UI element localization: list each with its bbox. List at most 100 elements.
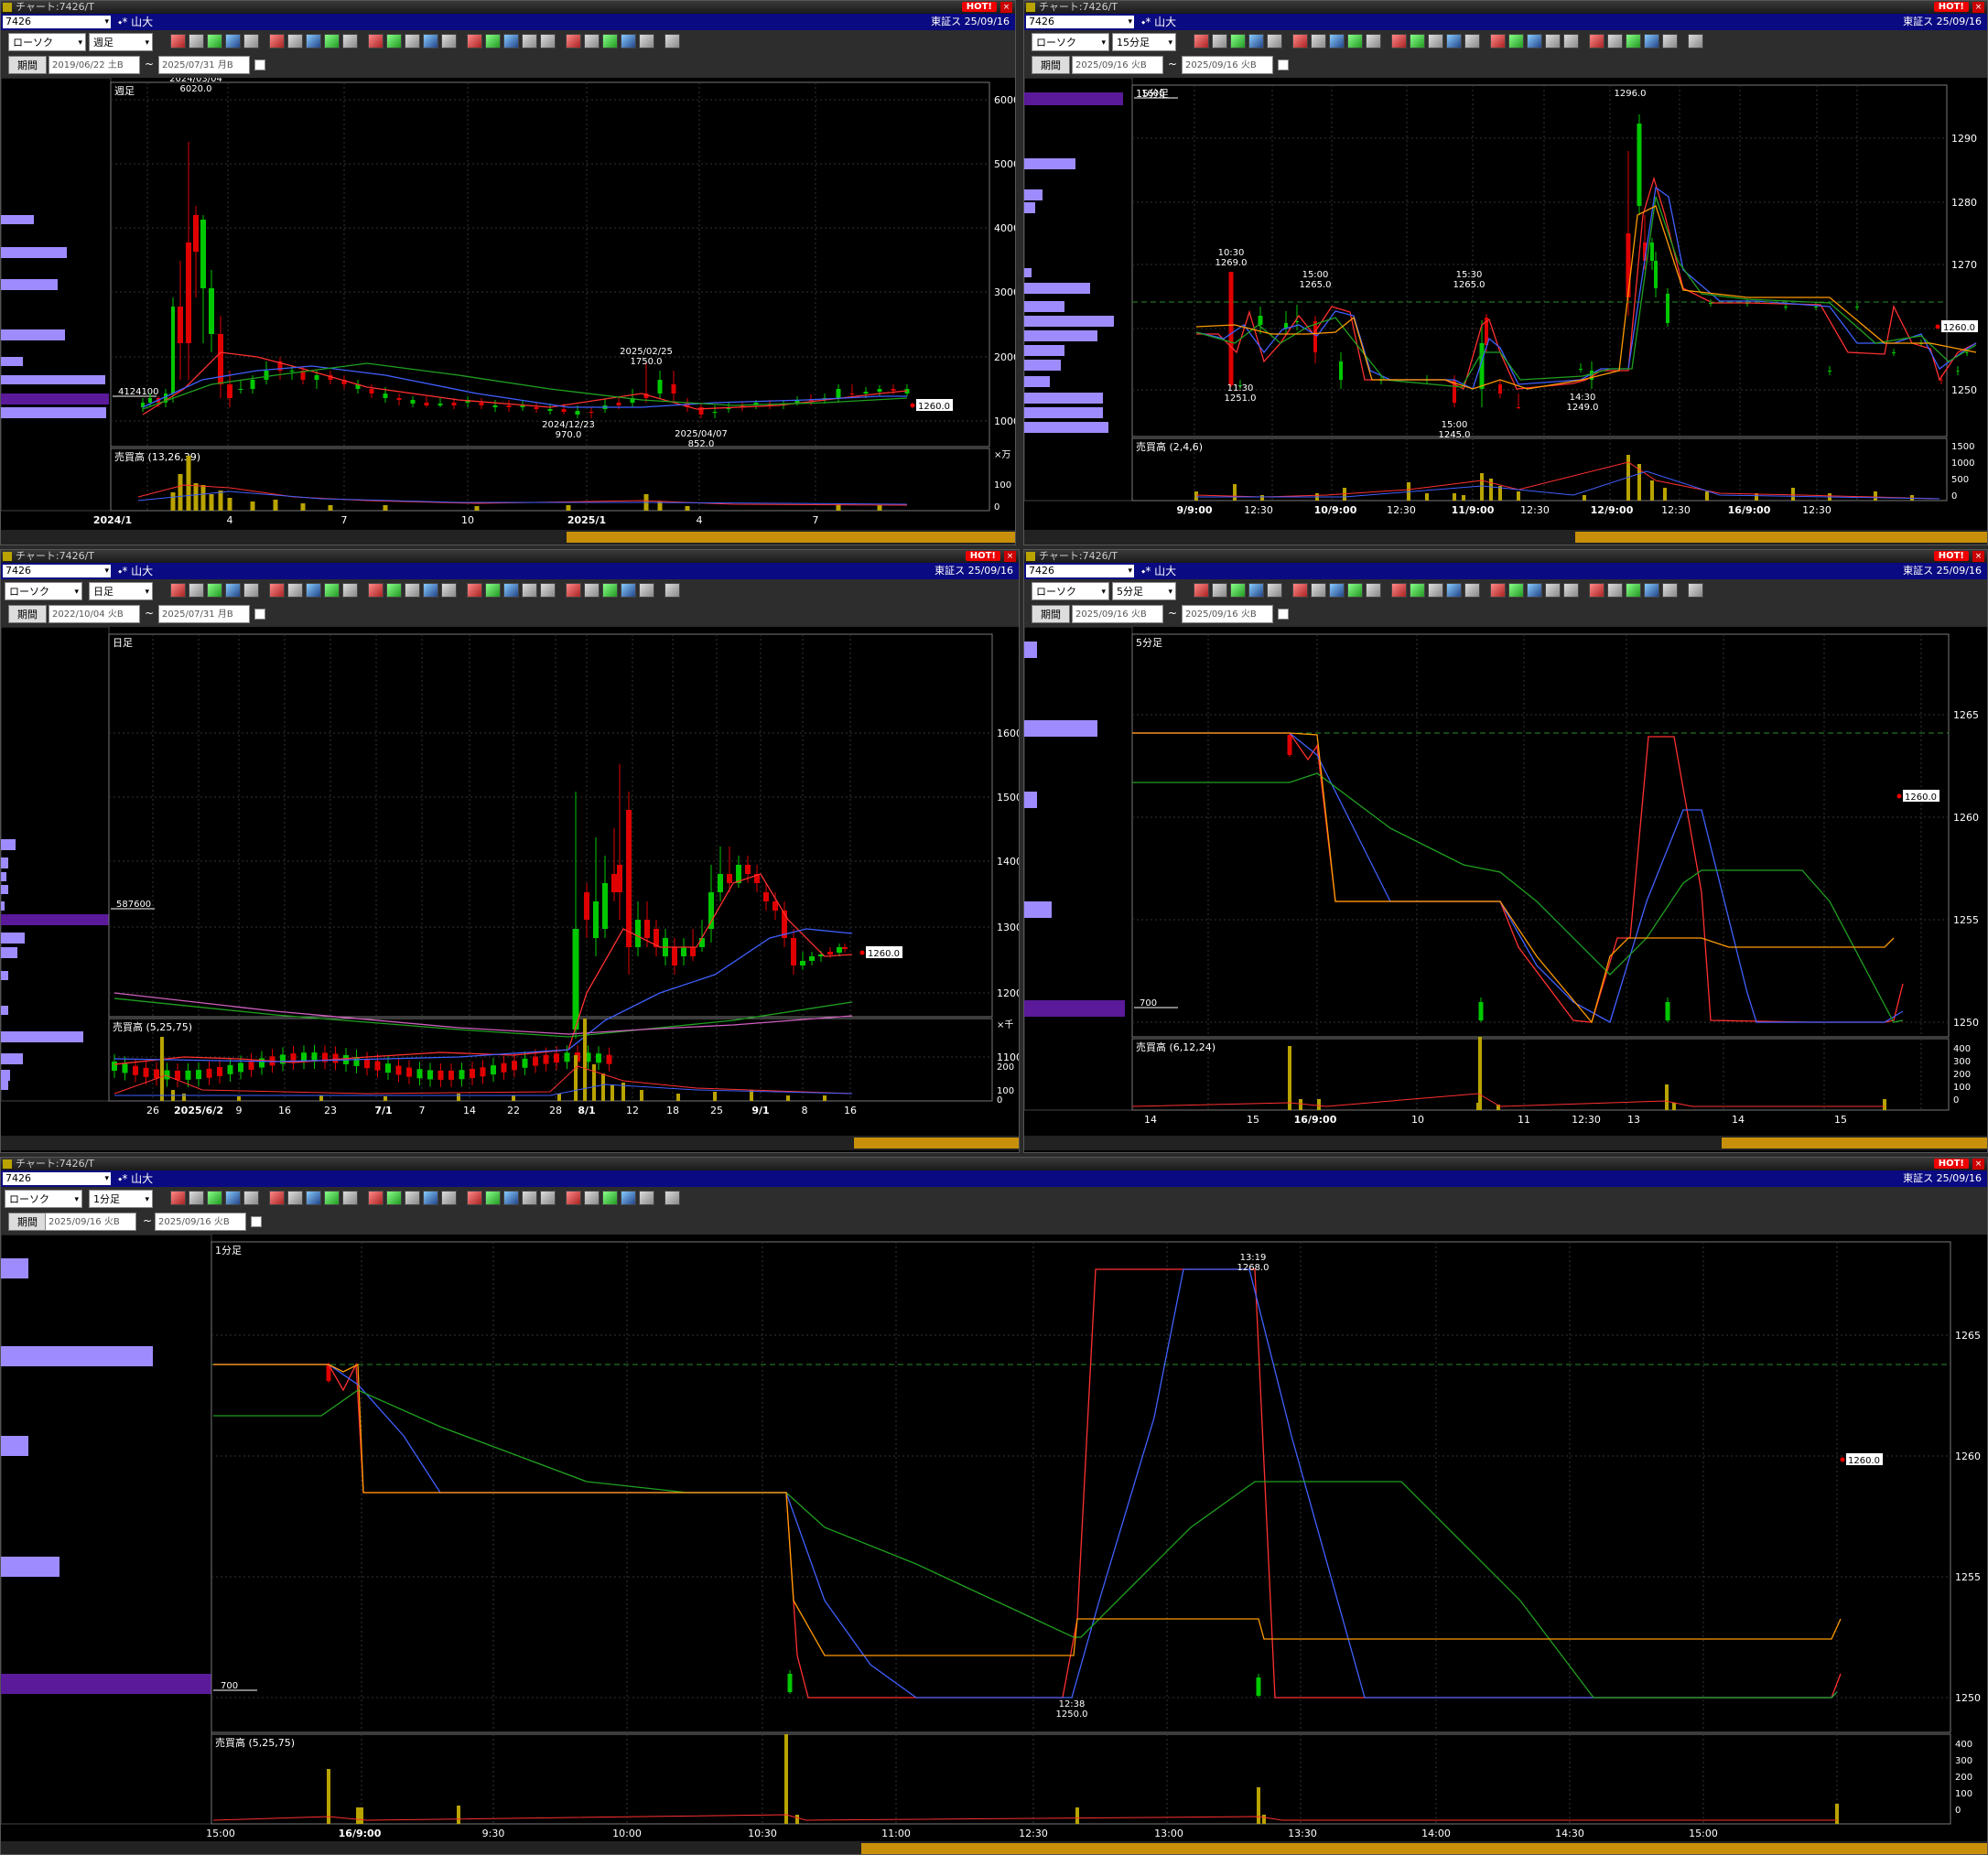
toolbar-tool-icon[interactable] [584, 34, 600, 49]
price-chart[interactable]: 60005000400030002000100010002024/1471020… [1, 78, 1015, 532]
toolbar-tool-icon[interactable] [423, 583, 438, 598]
toolbar-tool-icon[interactable] [386, 1191, 402, 1205]
toolbar-tool-icon[interactable] [664, 583, 680, 598]
toolbar-tool-icon[interactable] [540, 1191, 556, 1205]
chart-window-weekly[interactable]: チャート:7426/T HOT!× 7426 ⬩* 山大 東証ス 25/09/16… [0, 0, 1016, 545]
toolbar-tool-icon[interactable] [621, 34, 636, 49]
toolbar-tool-icon[interactable] [621, 583, 636, 598]
toolbar-tool-icon[interactable] [1410, 583, 1425, 598]
toolbar-tool-icon[interactable] [225, 1191, 241, 1205]
toolbar-tool-icon[interactable] [342, 583, 358, 598]
toolbar-tool-icon[interactable] [1366, 34, 1381, 49]
toolbar-tool-icon[interactable] [1194, 34, 1209, 49]
bottom-scrollbar[interactable] [1, 530, 1015, 545]
toolbar-tool-icon[interactable] [1607, 34, 1623, 49]
toolbar-tool-icon[interactable] [1589, 583, 1604, 598]
toolbar-tool-icon[interactable] [207, 583, 222, 598]
period-range-button[interactable]: 期間 [1032, 605, 1070, 623]
toolbar-tool-icon[interactable] [170, 583, 186, 598]
hot-badge[interactable]: HOT! [1933, 2, 1969, 12]
toolbar-tool-icon[interactable] [441, 583, 457, 598]
toolbar-tool-icon[interactable] [368, 34, 384, 49]
toolbar-tool-icon[interactable] [1347, 583, 1363, 598]
toolbar-tool-icon[interactable] [1230, 583, 1246, 598]
toolbar-tool-icon[interactable] [1527, 34, 1542, 49]
toolbar-tool-icon[interactable] [1446, 34, 1462, 49]
toolbar-tool-icon[interactable] [1464, 583, 1480, 598]
close-icon[interactable]: × [1972, 1159, 1984, 1170]
range-checkbox[interactable] [1278, 609, 1289, 620]
chart-type-select[interactable]: ローソク [5, 1190, 82, 1209]
hot-badge[interactable]: HOT! [961, 2, 997, 12]
chart-window-5min[interactable]: チャート:7426/T HOT!× 7426 ⬩* 山大 東証ス 25/09/16… [1023, 549, 1988, 1153]
toolbar-tool-icon[interactable] [243, 1191, 259, 1205]
toolbar-tool-icon[interactable] [342, 34, 358, 49]
range-checkbox[interactable] [254, 59, 265, 70]
toolbar-tool-icon[interactable] [269, 34, 285, 49]
toolbar-tool-icon[interactable] [342, 1191, 358, 1205]
toolbar-tool-icon[interactable] [566, 1191, 581, 1205]
symbol-code-input[interactable]: 7426 [3, 565, 111, 577]
toolbar-tool-icon[interactable] [423, 1191, 438, 1205]
period-select[interactable]: 5分足 [1112, 582, 1176, 601]
hot-badge[interactable]: HOT! [1933, 551, 1969, 561]
toolbar-tool-icon[interactable] [1267, 34, 1282, 49]
range-checkbox[interactable] [251, 1216, 262, 1227]
toolbar-tool-icon[interactable] [287, 1191, 303, 1205]
window-titlebar[interactable]: チャート:7426/T HOT! × [1, 1158, 1987, 1170]
toolbar-tool-icon[interactable] [1626, 583, 1641, 598]
date-from-input[interactable]: 2025/09/16 火B [1072, 56, 1163, 74]
toolbar-tool-icon[interactable] [1391, 583, 1407, 598]
toolbar-tool-icon[interactable] [423, 34, 438, 49]
toolbar-tool-icon[interactable] [503, 1191, 519, 1205]
toolbar-tool-icon[interactable] [540, 34, 556, 49]
toolbar-tool-icon[interactable] [1589, 34, 1604, 49]
period-select[interactable]: 日足 [89, 582, 153, 601]
toolbar-tool-icon[interactable] [540, 583, 556, 598]
toolbar-tool-icon[interactable] [1292, 34, 1308, 49]
bottom-scrollbar[interactable] [1, 1841, 1987, 1854]
scroll-thumb[interactable] [861, 1843, 1987, 1854]
toolbar-tool-icon[interactable] [602, 34, 618, 49]
toolbar-tool-icon[interactable] [1347, 34, 1363, 49]
date-from-input[interactable]: 2022/10/04 火B [49, 605, 140, 623]
window-titlebar[interactable]: チャート:7426/T HOT! × [1024, 1, 1987, 14]
toolbar-tool-icon[interactable] [306, 1191, 321, 1205]
period-range-button[interactable]: 期間 [8, 1213, 47, 1231]
toolbar-tool-icon[interactable] [1464, 34, 1480, 49]
symbol-code-input[interactable]: 7426 [1026, 16, 1134, 28]
toolbar-tool-icon[interactable] [566, 583, 581, 598]
symbol-code-input[interactable]: 7426 [1026, 565, 1134, 577]
price-chart[interactable]: 1600150014001300120011002001000262025/6/… [1, 627, 1019, 1136]
toolbar-tool-icon[interactable] [467, 1191, 482, 1205]
date-to-input[interactable]: 2025/07/31 月B [158, 56, 250, 74]
toolbar-tool-icon[interactable] [324, 583, 340, 598]
bottom-scrollbar[interactable] [1, 1136, 1019, 1150]
toolbar-tool-icon[interactable] [441, 34, 457, 49]
toolbar-tool-icon[interactable] [1563, 34, 1579, 49]
toolbar-tool-icon[interactable] [170, 1191, 186, 1205]
period-select[interactable]: 週足 [89, 33, 153, 52]
toolbar-tool-icon[interactable] [1662, 34, 1678, 49]
chart-type-select[interactable]: ローソク [1032, 33, 1109, 52]
toolbar-tool-icon[interactable] [243, 34, 259, 49]
price-chart[interactable]: 1265 1260 1255 1250 400 300 200 100 0 15:00 16/9:0… [1, 1235, 1987, 1839]
toolbar-tool-icon[interactable] [1410, 34, 1425, 49]
toolbar-tool-icon[interactable] [1607, 583, 1623, 598]
date-to-input[interactable]: 2025/09/16 火B [155, 1213, 246, 1231]
toolbar-tool-icon[interactable] [1230, 34, 1246, 49]
toolbar-tool-icon[interactable] [207, 1191, 222, 1205]
period-range-button[interactable]: 期間 [1032, 56, 1070, 74]
toolbar-tool-icon[interactable] [269, 583, 285, 598]
toolbar-tool-icon[interactable] [269, 1191, 285, 1205]
toolbar-tool-icon[interactable] [368, 583, 384, 598]
chart-type-select[interactable]: ローソク [1032, 582, 1109, 601]
toolbar-tool-icon[interactable] [1311, 583, 1326, 598]
toolbar-tool-icon[interactable] [584, 1191, 600, 1205]
toolbar-tool-icon[interactable] [1563, 583, 1579, 598]
date-from-input[interactable]: 2019/06/22 土B [49, 56, 140, 74]
toolbar-tool-icon[interactable] [368, 1191, 384, 1205]
date-to-input[interactable]: 2025/07/31 月B [158, 605, 250, 623]
scroll-thumb[interactable] [1722, 1138, 1987, 1149]
range-checkbox[interactable] [254, 609, 265, 620]
